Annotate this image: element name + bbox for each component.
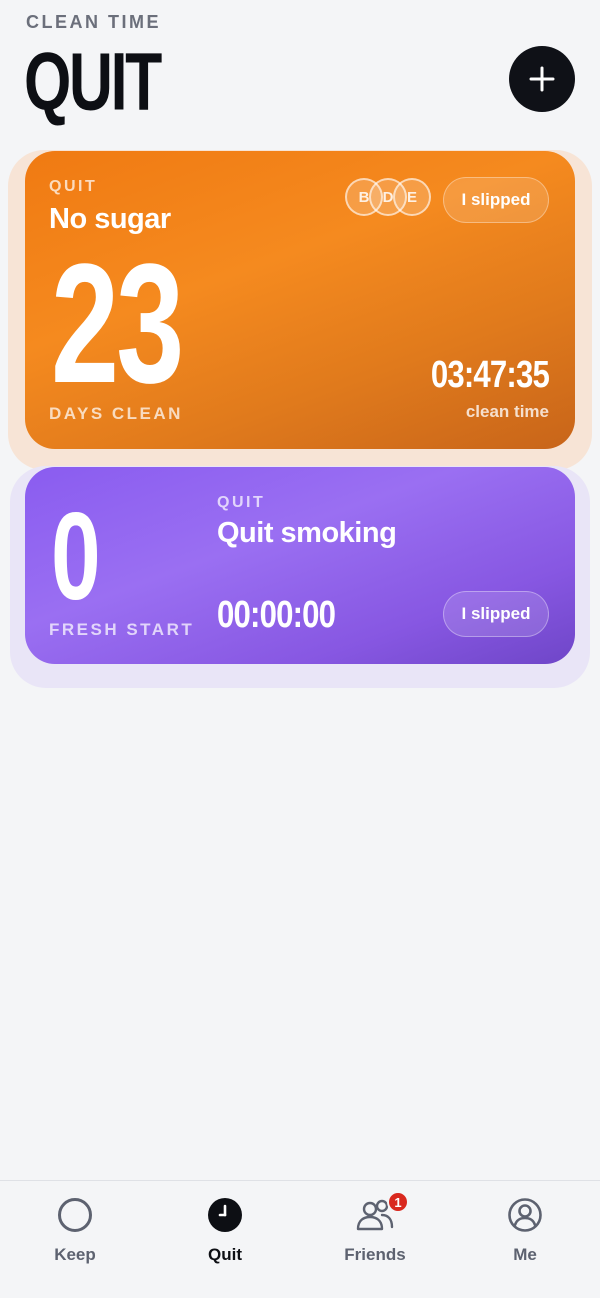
clock-icon: [208, 1198, 242, 1232]
friend-avatars[interactable]: B D E: [345, 178, 435, 216]
clean-timer: 03:47:35: [430, 354, 550, 396]
habit-card-no-sugar[interactable]: QUIT No sugar 23 DAYS CLEAN B D E I slip…: [25, 151, 575, 449]
tab-friends[interactable]: 1 Friends: [315, 1191, 435, 1265]
tab-label: Me: [513, 1245, 537, 1264]
page-title: QUIT: [24, 34, 162, 128]
habit-card-quit-smoking[interactable]: 0 FRESH START QUIT Quit smoking 00:00:00…: [25, 467, 575, 664]
clean-timer: 00:00:00: [217, 594, 336, 636]
plus-icon: [529, 66, 555, 92]
friend-avatar: E: [393, 178, 431, 216]
bottom-tab-bar: Keep Quit 1 Friends Me: [0, 1180, 600, 1298]
tab-me[interactable]: Me: [465, 1197, 585, 1265]
days-label: FRESH START: [49, 620, 195, 639]
slip-button[interactable]: I slipped: [443, 177, 549, 223]
header: CLEAN TIME QUIT: [24, 12, 576, 132]
habit-category: QUIT: [217, 494, 266, 511]
circle-icon: [58, 1198, 92, 1232]
days-label: DAYS CLEAN: [49, 404, 183, 423]
tab-label: Keep: [54, 1245, 96, 1264]
days-count: 23: [51, 229, 184, 419]
profile-icon: [508, 1198, 542, 1232]
days-count: 0: [51, 488, 101, 626]
tab-quit[interactable]: Quit: [165, 1197, 285, 1265]
habit-name: Quit smoking: [217, 517, 397, 549]
tab-label: Quit: [208, 1245, 242, 1264]
add-habit-button[interactable]: [509, 46, 575, 112]
tab-label: Friends: [344, 1245, 406, 1264]
page-eyebrow: CLEAN TIME: [26, 12, 161, 32]
notification-badge: 1: [387, 1191, 409, 1213]
habit-category: QUIT: [49, 178, 98, 195]
timer-label: clean time: [465, 402, 549, 421]
slip-button[interactable]: I slipped: [443, 591, 549, 637]
tab-keep[interactable]: Keep: [15, 1197, 135, 1265]
